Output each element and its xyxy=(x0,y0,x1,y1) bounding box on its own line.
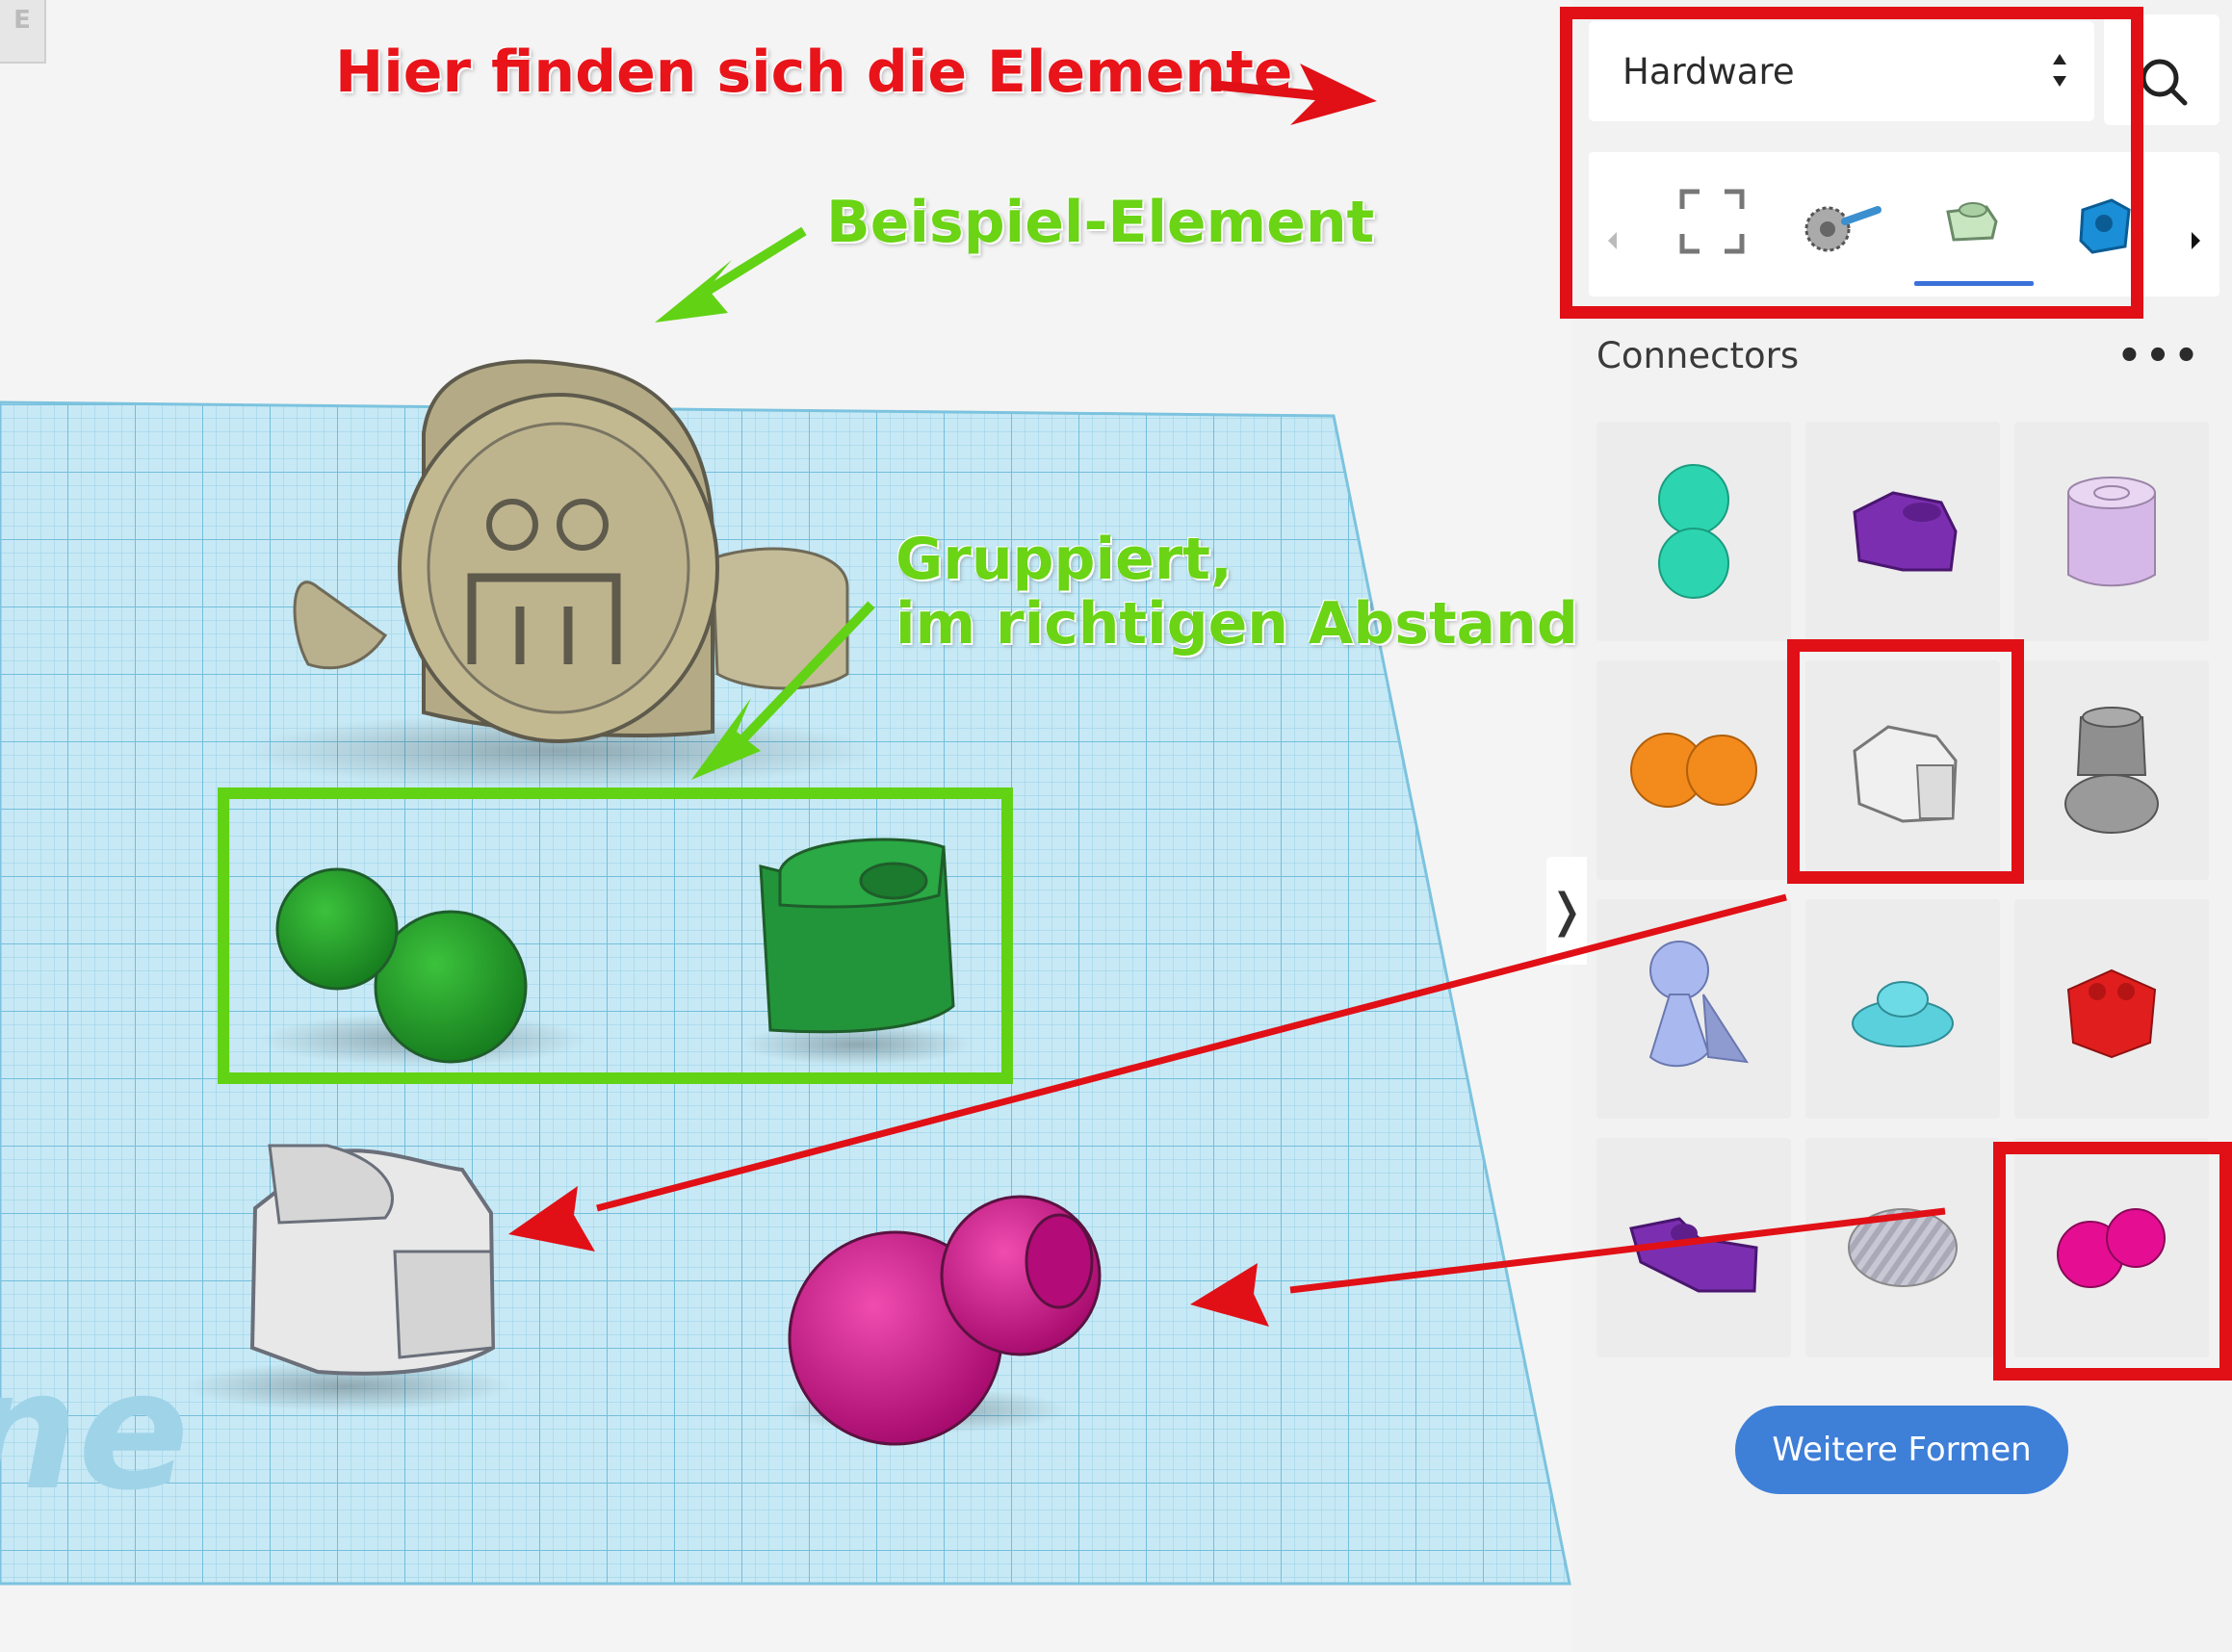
annotation-example-element: Beispiel-Element xyxy=(826,189,1375,256)
annotation-grouped: Gruppiert, im richtigen Abstand xyxy=(895,526,1578,658)
annotation-elements-hint: Hier finden sich die Elemente xyxy=(335,39,1293,106)
shape-tile-round-base-cyan[interactable] xyxy=(1805,899,2000,1119)
workplane-logo: ne xyxy=(0,1336,189,1527)
shape-tile-striped-dome[interactable] xyxy=(1805,1138,2000,1357)
teal-ball-joint-icon xyxy=(1658,464,1729,599)
corner-chip: E xyxy=(0,0,46,64)
gray-socket-icon xyxy=(2064,707,2159,834)
purple-clip-icon-2 xyxy=(1629,1217,1758,1293)
purple-clip-icon xyxy=(1853,491,1958,572)
annotation-grouped-line1: Gruppiert, xyxy=(895,526,1233,593)
highlight-white-clip-tile xyxy=(1787,639,2024,884)
shape-tile-ball-stand-lavender[interactable] xyxy=(1596,899,1791,1119)
shape-tile-socket-gray[interactable] xyxy=(2014,660,2209,880)
section-title: Connectors xyxy=(1596,335,1800,376)
red-lego-piece-icon xyxy=(2066,968,2157,1059)
tabs-scroll-right[interactable] xyxy=(2178,197,2213,284)
highlight-grouped-elements xyxy=(218,787,1013,1084)
shape-tile-lego-red[interactable] xyxy=(2014,899,2209,1119)
more-shapes-button[interactable]: Weitere Formen xyxy=(1735,1406,2068,1494)
shape-tile-clip-purple-2[interactable] xyxy=(1596,1138,1791,1357)
orange-double-ball-icon xyxy=(1630,733,1757,808)
cyan-round-base-icon xyxy=(1852,981,1954,1047)
lavender-ball-stand-icon xyxy=(1648,941,1749,1068)
striped-dome-icon xyxy=(1848,1208,1958,1287)
shape-tile-double-ball-orange[interactable] xyxy=(1596,660,1791,880)
shape-tile-ball-joint-teal[interactable] xyxy=(1596,422,1791,641)
highlight-magenta-tile xyxy=(1993,1142,2232,1381)
shape-tile-cap-lilac[interactable] xyxy=(2014,422,2209,641)
annotation-grouped-line2: im richtigen Abstand xyxy=(895,590,1578,658)
shape-tile-clip-purple[interactable] xyxy=(1805,422,2000,641)
chevron-right-icon xyxy=(2192,232,2200,249)
collapse-panel-button[interactable]: ❭ xyxy=(1546,857,1587,965)
more-options-button[interactable]: ••• xyxy=(2116,327,2203,385)
highlight-category-selector xyxy=(1560,7,2143,319)
lilac-cap-icon xyxy=(2067,477,2156,587)
chevron-right-icon: ❭ xyxy=(1546,884,1587,938)
